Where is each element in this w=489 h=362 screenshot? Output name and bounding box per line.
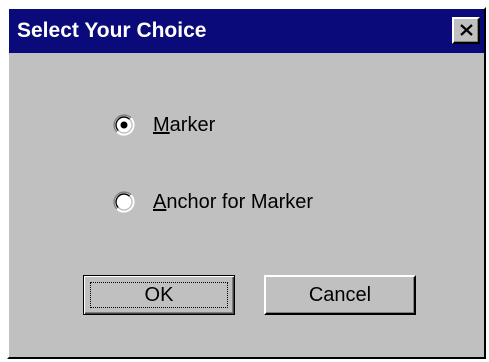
cancel-button[interactable]: Cancel	[264, 275, 416, 315]
ok-button-label: OK	[90, 282, 228, 308]
close-button[interactable]	[452, 17, 480, 44]
radio-selected-icon[interactable]	[113, 114, 135, 136]
radio-option-marker[interactable]: Marker	[113, 113, 215, 137]
cancel-button-label: Cancel	[308, 283, 372, 306]
radio-unselected-icon[interactable]	[113, 191, 135, 213]
radio-option-anchor-for-marker[interactable]: Anchor for Marker	[113, 190, 313, 214]
select-choice-dialog: Select Your Choice Marker Anchor for Mar…	[7, 7, 486, 359]
dialog-title: Select Your Choice	[17, 19, 207, 42]
radio-label-marker: Marker	[153, 114, 216, 136]
radio-label-anchor-for-marker: Anchor for Marker	[153, 191, 314, 213]
ok-button[interactable]: OK	[83, 275, 235, 315]
title-bar: Select Your Choice	[9, 9, 484, 53]
